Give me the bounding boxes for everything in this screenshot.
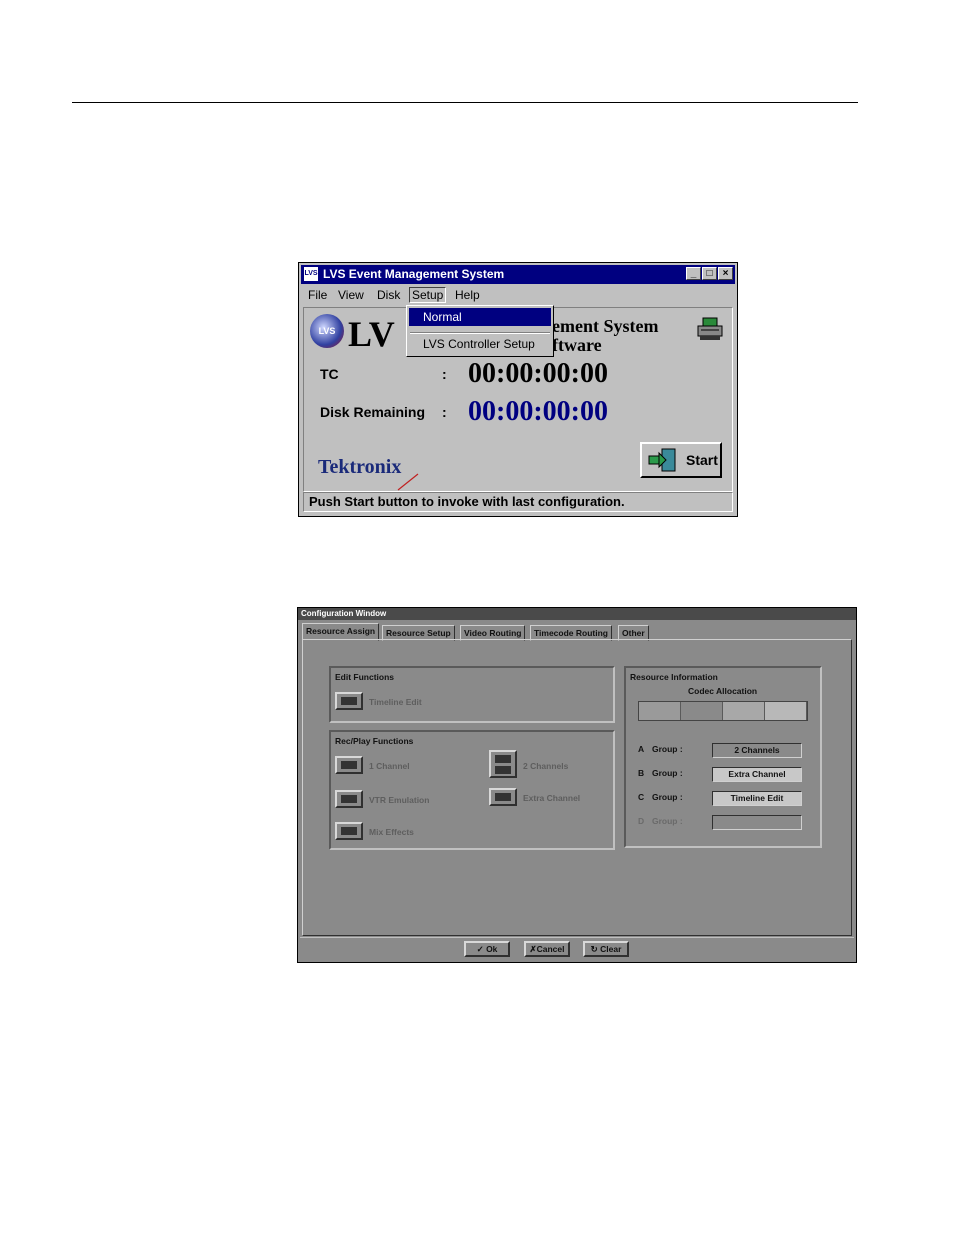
door-enter-icon — [648, 448, 676, 472]
ok-label: Ok — [486, 944, 498, 954]
minimize-button[interactable]: _ — [686, 267, 701, 280]
app-heading-line2: ftware — [552, 335, 602, 355]
codec-allocation-label: Codec Allocation — [688, 686, 758, 696]
group-d-label: Group : — [652, 816, 683, 826]
codec-slot-1 — [639, 702, 681, 720]
menu-file[interactable]: File — [308, 288, 327, 302]
ok-button[interactable]: ✓ Ok — [464, 941, 510, 957]
timeline-edit-button[interactable] — [335, 692, 363, 710]
group-a-letter: A — [638, 744, 645, 754]
mix-effects-icon — [341, 827, 357, 835]
edit-functions-title: Edit Functions — [335, 672, 395, 682]
config-button-bar: ✓ Ok ✗Cancel ↻ Clear — [300, 937, 854, 960]
group-d-letter: D — [638, 816, 645, 826]
printer-icon — [697, 317, 723, 340]
extra-channel-button[interactable] — [489, 788, 517, 806]
app-logo-icon: LVS — [304, 267, 318, 281]
group-c-letter: C — [638, 792, 645, 802]
two-channels-icon — [495, 755, 511, 763]
codec-slot-4 — [765, 702, 807, 720]
two-channels-button[interactable] — [489, 750, 517, 778]
vtr-emulation-icon — [341, 795, 357, 803]
lvs-main-window: LVS LVS Event Management System _ □ × Fi… — [298, 262, 738, 517]
tc-value: 00:00:00:00 — [468, 358, 608, 389]
resource-assign-panel: Edit Functions Timeline Edit Rec/Play Fu… — [302, 639, 852, 936]
menu-view[interactable]: View — [338, 288, 364, 302]
page-rule — [72, 102, 858, 103]
menu-item-lvs-controller-setup[interactable]: LVS Controller Setup — [423, 337, 535, 351]
config-title-bar[interactable]: Configuration Window — [298, 608, 856, 620]
one-channel-label: 1 Channel — [369, 761, 410, 771]
group-b-letter: B — [638, 768, 645, 778]
menu-setup[interactable]: Setup — [409, 287, 447, 303]
vtr-emulation-label: VTR Emulation — [369, 795, 430, 805]
group-c-label: Group : — [652, 792, 683, 802]
mix-effects-label: Mix Effects — [369, 827, 414, 837]
mix-effects-button[interactable] — [335, 822, 363, 840]
start-label: Start — [686, 452, 718, 468]
x-icon: ✗ — [529, 944, 537, 954]
disk-remaining-label: Disk Remaining — [320, 404, 426, 420]
codec-allocation-bar — [638, 701, 808, 721]
maximize-button[interactable]: □ — [702, 267, 717, 280]
group-c-value[interactable]: Timeline Edit — [712, 791, 802, 806]
tc-label: TC — [320, 366, 339, 382]
configuration-window: Configuration Window Resource Assign Res… — [297, 607, 857, 963]
recplay-functions-group: Rec/Play Functions 1 Channel VTR Emulati… — [329, 730, 615, 850]
vtr-emulation-button[interactable] — [335, 790, 363, 808]
one-channel-icon — [341, 761, 357, 769]
title-bar[interactable]: LVS LVS Event Management System _ □ × — [301, 265, 735, 284]
cancel-label: Cancel — [536, 944, 565, 954]
group-b-value[interactable]: Extra Channel — [712, 767, 802, 782]
group-d-value[interactable] — [712, 815, 802, 830]
two-channels-label: 2 Channels — [523, 761, 569, 771]
codec-slot-2 — [681, 702, 723, 720]
lvs-globe-logo-icon: LVS — [310, 314, 344, 348]
group-a-label: Group : — [652, 744, 683, 754]
start-button[interactable]: Start — [640, 442, 722, 478]
menu-item-normal[interactable]: Normal — [409, 308, 551, 326]
timeline-edit-label: Timeline Edit — [369, 697, 422, 707]
setup-dropdown-menu: Normal LVS Controller Setup — [406, 305, 554, 357]
edit-functions-group: Edit Functions Timeline Edit — [329, 666, 615, 723]
cancel-button[interactable]: ✗Cancel — [524, 941, 570, 957]
extra-channel-icon — [495, 793, 511, 801]
app-heading: LV — [348, 314, 395, 354]
clear-label: Clear — [600, 944, 622, 954]
menu-bar: File View Disk Setup Help — [301, 285, 735, 305]
menu-help[interactable]: Help — [455, 288, 480, 302]
menu-item-normal-label: Normal — [423, 310, 462, 324]
tektronix-swoosh-icon — [397, 473, 419, 491]
menu-separator — [410, 332, 550, 334]
status-bar: Push Start button to invoke with last co… — [303, 492, 733, 512]
config-tabs: Resource Assign Resource Setup Video Rou… — [302, 623, 852, 641]
extra-channel-label: Extra Channel — [523, 793, 581, 803]
two-channels-icon-lower — [495, 766, 511, 774]
check-icon: ✓ — [476, 944, 487, 954]
tektronix-logo: Tektronix — [318, 456, 402, 478]
recplay-functions-title: Rec/Play Functions — [335, 736, 414, 746]
group-b-label: Group : — [652, 768, 683, 778]
menu-disk[interactable]: Disk — [377, 288, 400, 302]
window-title: LVS Event Management System — [323, 267, 505, 281]
disk-remaining-value: 00:00:00:00 — [468, 396, 608, 427]
clear-button[interactable]: ↻ Clear — [583, 941, 629, 957]
codec-slot-3 — [723, 702, 765, 720]
one-channel-button[interactable] — [335, 756, 363, 774]
app-heading-line1: ement System — [552, 316, 659, 336]
tc-colon: : — [442, 366, 447, 382]
close-button[interactable]: × — [718, 267, 733, 280]
resource-information-group: Resource Information Codec Allocation A … — [624, 666, 822, 848]
refresh-icon: ↻ — [590, 944, 601, 954]
group-a-value[interactable]: 2 Channels — [712, 743, 802, 758]
timeline-edit-icon — [341, 697, 357, 705]
resource-information-title: Resource Information — [630, 672, 718, 682]
disk-remaining-colon: : — [442, 404, 447, 420]
